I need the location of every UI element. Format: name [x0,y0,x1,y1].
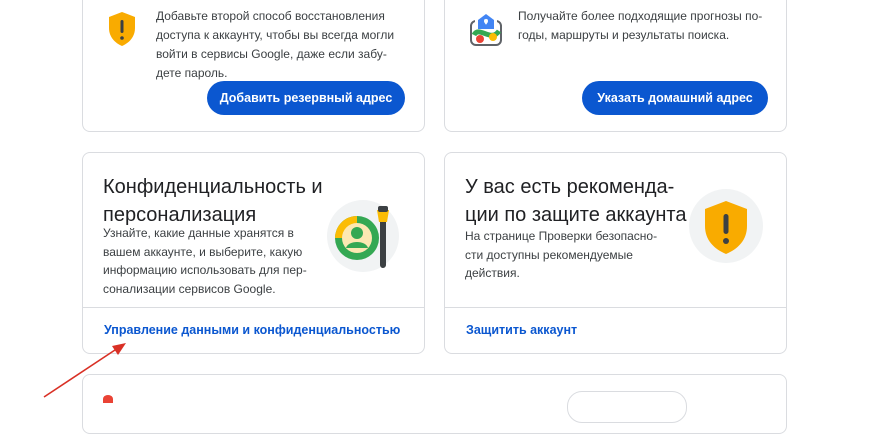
privacy-description-line: Узнайте, какие данные хранятся в [103,226,294,240]
privacy-description-line: сонализации сервисов Google. [103,281,276,296]
add-recovery-address-button[interactable]: Добавить резервный адрес [207,81,405,115]
privacy-card: Конфиденциальность и персонализация Узна… [82,152,425,354]
protect-account-link[interactable]: Защитить аккаунт [466,323,577,337]
security-title-line: ции по защите аккаунта [465,204,687,226]
home-address-description-line: годы, маршруты и результаты поиска. [518,28,730,42]
security-description-line: действия. [465,266,520,280]
recovery-card: Добавьте второй способ восстановления до… [82,0,425,132]
security-description-line: На странице Проверки безопасно- [465,229,658,243]
warning-shield-icon [107,11,137,52]
set-home-address-button[interactable]: Указать домашний адрес [582,81,768,115]
bottom-card-icon [103,395,113,403]
privacy-title: Конфиденциальность и персонализация [103,173,333,229]
recovery-description-line: Добавьте второй способ восстановления [156,9,385,23]
privacy-personalization-icon [327,198,403,279]
manage-data-privacy-link[interactable]: Управление данными и конфиденциальностью [104,323,400,337]
privacy-card-divider [83,307,424,308]
privacy-title-line: Конфиденциальность и [103,176,323,198]
bottom-card-button-outline[interactable] [567,391,687,423]
recovery-description-line: доступа к аккаунту, чтобы вы всегда могл… [156,28,395,42]
warning-shield-icon [687,187,765,270]
recovery-description: Добавьте второй способ восстановления до… [156,7,416,83]
security-description: На странице Проверки безопасно- сти дост… [465,227,705,283]
home-address-description-line: Получайте более подходящие прогнозы по- [518,9,763,23]
privacy-description-line: информацию использовать для пер- [103,263,307,277]
security-description-line: сти доступны рекомендуемые [465,247,633,262]
home-map-icon [469,11,503,52]
home-address-description: Получайте более подходящие прогнозы по- … [518,7,778,45]
recovery-description-line: войти в сервисы Google, даже если забу- [156,47,387,61]
home-address-card: Получайте более подходящие прогнозы по- … [444,0,787,132]
security-card: У вас есть рекоменда- ции по защите акка… [444,152,787,354]
privacy-description: Узнайте, какие данные хранятся в вашем а… [103,224,333,298]
security-title: У вас есть рекоменда- ции по защите акка… [465,173,705,229]
privacy-description-line: вашем аккаунте, и выберите, какую [103,244,303,259]
bottom-card [82,374,787,434]
security-title-line: У вас есть рекоменда- [465,176,675,198]
security-card-divider [445,307,786,308]
